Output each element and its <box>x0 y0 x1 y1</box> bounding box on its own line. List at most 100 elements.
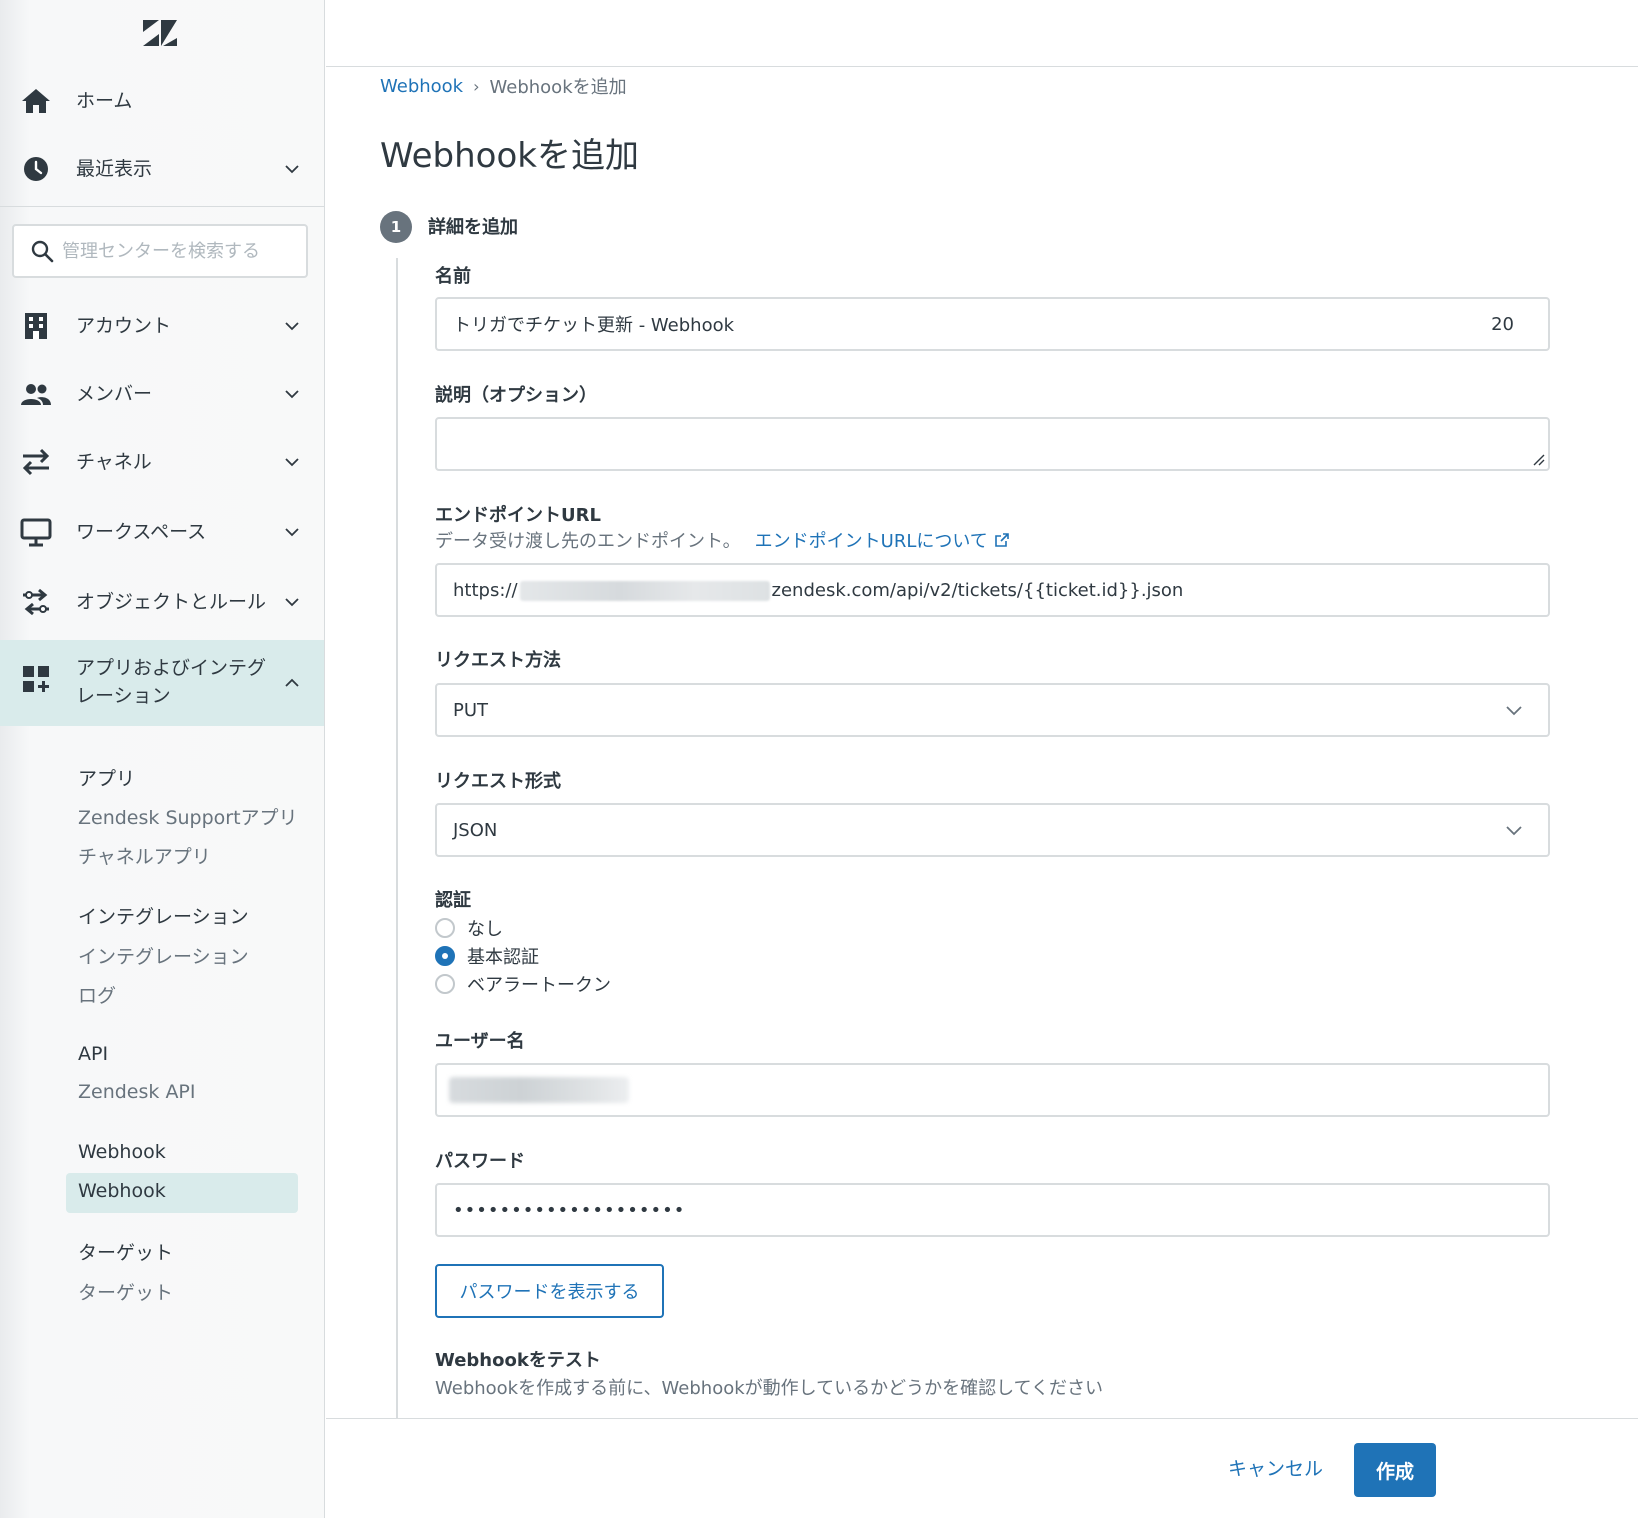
clock-icon <box>19 152 53 186</box>
page-title: Webhookを追加 <box>380 136 639 176</box>
sidebar-divider <box>0 206 324 207</box>
subnav-link-zendesk-api[interactable]: Zendesk API <box>78 1081 196 1103</box>
subnav-link-channel-apps[interactable]: チャネルアプリ <box>78 842 211 869</box>
request-format-select[interactable]: JSON <box>435 803 1550 857</box>
endpoint-url-prefix: https:// <box>453 579 518 601</box>
request-format-label: リクエスト形式 <box>435 771 561 792</box>
endpoint-url-input[interactable]: https:// zendesk.com/api/v2/tickets/{{tic… <box>435 563 1550 617</box>
redacted-subdomain <box>519 580 770 601</box>
request-method-label: リクエスト方法 <box>435 650 561 671</box>
name-input[interactable]: トリガでチケット更新 - Webhook 20 <box>435 297 1550 351</box>
subnav-link-webhook-label: Webhook <box>78 1180 166 1202</box>
endpoint-url-value: https:// zendesk.com/api/v2/tickets/{{tic… <box>453 580 1183 601</box>
breadcrumb: Webhook › Webhookを追加 <box>380 73 627 99</box>
monitor-icon <box>19 515 53 549</box>
redacted-username <box>449 1077 629 1103</box>
show-password-button[interactable]: パスワードを表示する <box>435 1264 664 1318</box>
endpoint-url-help-link-text: エンドポイントURLについて <box>754 531 988 552</box>
nav-item-members[interactable]: メンバー <box>0 363 324 425</box>
nav-item-workspaces[interactable]: ワークスペース <box>0 501 324 563</box>
description-label: 説明（オプション） <box>435 385 597 406</box>
create-button[interactable]: 作成 <box>1354 1443 1436 1497</box>
nav-label-account: アカウント <box>76 315 172 337</box>
breadcrumb-link-webhook[interactable]: Webhook <box>380 76 463 97</box>
auth-radio-none[interactable] <box>435 918 455 938</box>
subnav-heading-api: API <box>78 1043 109 1065</box>
auth-option-none[interactable]: なし <box>435 915 503 941</box>
endpoint-url-suffix: zendesk.com/api/v2/tickets/{{ticket.id}}… <box>771 579 1184 601</box>
description-textarea[interactable] <box>435 417 1550 471</box>
external-link-icon <box>995 533 1009 547</box>
endpoint-url-hint-text: データ受け渡し先のエンドポイント。 <box>435 531 741 552</box>
auth-radio-bearer[interactable] <box>435 974 455 994</box>
username-label: ユーザー名 <box>435 1031 525 1052</box>
subnav-heading-targets: ターゲット <box>78 1242 174 1264</box>
step-title: 詳細を追加 <box>428 217 518 238</box>
nav-label-home: ホーム <box>76 90 133 112</box>
building-icon <box>19 309 53 343</box>
chevron-down-icon <box>285 390 299 399</box>
request-method-value: PUT <box>453 699 489 721</box>
breadcrumb-current: Webhookを追加 <box>489 77 627 98</box>
password-input[interactable]: •••••••••••••••••••• <box>435 1183 1550 1237</box>
subnav-link-logs[interactable]: ログ <box>78 981 116 1008</box>
chevron-down-icon <box>285 322 299 331</box>
rules-icon <box>19 585 53 619</box>
request-method-select[interactable]: PUT <box>435 683 1550 737</box>
nav-label-objects-rules: オブジェクトとルール <box>76 591 267 613</box>
step-number-badge: 1 <box>380 211 412 243</box>
chevron-down-icon <box>285 458 299 467</box>
auth-option-basic[interactable]: 基本認証 <box>435 943 539 969</box>
auth-option-none-label: なし <box>467 919 503 940</box>
nav-label-apps-integrations: アプリおよびインテグレーション <box>76 657 267 707</box>
home-icon <box>19 84 53 118</box>
password-label: パスワード <box>435 1151 525 1172</box>
nav-label-workspaces: ワークスペース <box>76 521 207 543</box>
request-format-value: JSON <box>453 819 498 841</box>
chevron-down-icon <box>285 598 299 607</box>
subnav-link-targets[interactable]: ターゲット <box>78 1278 173 1305</box>
nav-label-members: メンバー <box>76 383 153 405</box>
cancel-button[interactable]: キャンセル <box>1216 1448 1335 1487</box>
chevron-up-icon <box>285 678 299 687</box>
breadcrumb-separator: › <box>473 76 480 96</box>
auth-label: 認証 <box>435 890 471 911</box>
auth-option-bearer[interactable]: ベアラートークン <box>435 971 611 997</box>
top-bar <box>326 0 1638 67</box>
sidebar: ホーム 最近表示 アカウント メンバー チャネル <box>0 0 325 1518</box>
subnav-heading-integrations: インテグレーション <box>78 906 249 928</box>
admin-search-box[interactable] <box>12 224 308 278</box>
nav-item-channels[interactable]: チャネル <box>0 431 324 493</box>
endpoint-url-label: エンドポイントURL <box>435 505 601 526</box>
nav-label-channels: チャネル <box>76 451 152 473</box>
subnav-link-integrations[interactable]: インテグレーション <box>78 942 249 969</box>
people-icon <box>19 377 53 411</box>
apps-icon <box>19 662 53 696</box>
test-webhook-label: Webhookをテスト <box>435 1350 601 1371</box>
nav-item-apps-integrations[interactable]: アプリおよびインテグレーション <box>0 640 324 726</box>
footer-bar <box>326 1418 1638 1518</box>
chevron-down-icon <box>1506 826 1522 836</box>
subnav-link-support-apps[interactable]: Zendesk Supportアプリ <box>78 803 298 830</box>
chevron-down-icon <box>285 165 299 174</box>
zendesk-logo-icon[interactable] <box>141 18 179 48</box>
nav-item-account[interactable]: アカウント <box>0 295 324 357</box>
nav-item-objects-rules[interactable]: オブジェクトとルール <box>0 571 324 633</box>
auth-option-bearer-label: ベアラートークン <box>467 975 611 996</box>
endpoint-url-help-link[interactable]: エンドポイントURLについて <box>755 527 1010 553</box>
username-input[interactable] <box>435 1063 1550 1117</box>
resize-handle-icon[interactable] <box>1531 452 1545 466</box>
name-char-counter: 20 <box>1491 313 1514 335</box>
subnav-link-webhook-selected[interactable]: Webhook <box>66 1173 298 1213</box>
arrows-icon <box>19 445 53 479</box>
auth-radio-basic[interactable] <box>435 946 455 966</box>
nav-label-recent: 最近表示 <box>76 158 153 180</box>
auth-option-basic-label: 基本認証 <box>467 947 539 968</box>
subnav-heading-webhook: Webhook <box>78 1141 166 1163</box>
nav-item-home[interactable]: ホーム <box>0 70 324 132</box>
nav-item-recent[interactable]: 最近表示 <box>0 138 324 200</box>
admin-search-input[interactable] <box>62 240 298 262</box>
name-label: 名前 <box>435 266 471 287</box>
test-webhook-hint: Webhookを作成する前に、Webhookが動作しているかどうかを確認してくだ… <box>435 1378 1104 1399</box>
chevron-down-icon <box>285 528 299 537</box>
